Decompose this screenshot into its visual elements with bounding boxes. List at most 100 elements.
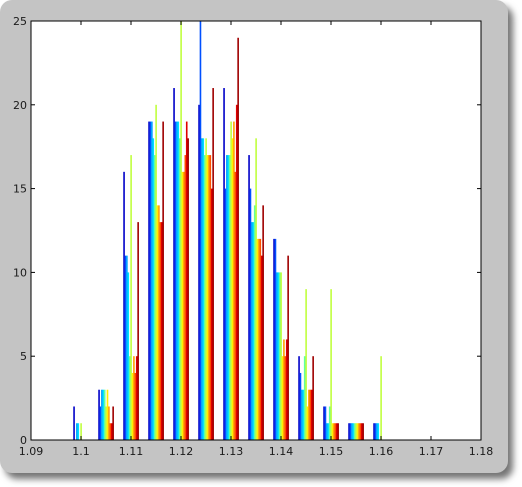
bar-bin-11-series-0 <box>348 423 350 440</box>
bar-bin-5-series-10 <box>212 88 214 440</box>
bar-bin-3-series-4 <box>153 155 156 440</box>
bar-bin-6-series-8 <box>234 171 237 440</box>
bar-bin-8-series-4 <box>278 272 281 440</box>
bar-bin-5-series-5 <box>205 138 207 440</box>
bar-bin-7-series-1 <box>249 188 252 440</box>
bar-bin-4-series-1 <box>174 121 177 440</box>
bar-bin-1-series-4 <box>103 389 106 440</box>
x-tick-label: 1.11 <box>119 445 144 458</box>
bar-bin-11-series-3 <box>352 423 355 440</box>
bar-bin-7-series-6 <box>256 238 259 440</box>
bar-bin-11-series-6 <box>356 423 359 440</box>
bar-bin-6-series-4 <box>228 155 231 440</box>
bar-bin-1-series-9 <box>110 423 113 440</box>
bar-bin-9-series-4 <box>303 356 306 440</box>
bar-bin-11-series-1 <box>349 423 352 440</box>
y-tick-label: 20 <box>13 99 27 112</box>
bar-bin-9-series-6 <box>306 406 309 440</box>
bar-bin-4-series-3 <box>177 121 180 440</box>
bar-bin-10-series-6 <box>331 423 334 440</box>
bar-bin-9-series-0 <box>298 356 300 440</box>
bar-bin-9-series-9 <box>310 389 313 440</box>
bar-bin-1-series-1 <box>99 406 102 440</box>
bar-bin-7-series-10 <box>262 205 264 440</box>
bar-bin-3-series-7 <box>158 205 160 440</box>
y-tick-label: 5 <box>20 350 27 363</box>
bar-bin-2-series-7 <box>133 356 135 440</box>
bar-bin-8-series-10 <box>287 255 289 440</box>
bar-bin-5-series-2 <box>201 138 203 440</box>
bar-bin-6-series-5 <box>230 121 232 440</box>
bar-bin-1-series-2 <box>101 389 103 440</box>
bar-bin-1-series-0 <box>98 389 100 440</box>
bar-bin-7-series-8 <box>259 238 262 440</box>
bar-bin-3-series-8 <box>159 222 162 440</box>
x-tick-label: 1.1 <box>72 445 90 458</box>
bar-bin-12-series-1 <box>374 423 377 440</box>
bar-bin-11-series-4 <box>353 423 356 440</box>
bar-bin-4-series-5 <box>180 21 182 440</box>
figure-window: 1.09 1.1 1.11 1.12 1.13 1.14 1.15 1.16 1.17 1.18 0… <box>0 0 508 473</box>
y-tick-label: 25 <box>13 15 27 28</box>
bar-bin-12-series-3 <box>377 423 380 440</box>
bar-bin-9-series-8 <box>309 389 312 440</box>
histogram-chart: 1.09 1.1 1.11 1.12 1.13 1.14 1.15 1.16 1.17 1.180… <box>13 15 493 458</box>
bar-bin-1-series-8 <box>109 423 112 440</box>
bar-bin-1-series-3 <box>102 389 105 440</box>
bar-bin-10-series-2 <box>326 423 328 440</box>
bar-bin-2-series-2 <box>126 255 128 440</box>
bar-bin-1-series-10 <box>112 406 114 440</box>
bar-bin-12-series-5 <box>380 356 382 440</box>
bar-bin-9-series-5 <box>305 289 307 440</box>
bar-bin-3-series-5 <box>155 104 157 441</box>
bar-bin-2-series-9 <box>135 356 138 440</box>
bar-bin-6-series-0 <box>223 88 225 440</box>
bar-bin-2-series-1 <box>124 255 127 440</box>
bar-bin-6-series-1 <box>224 188 227 440</box>
bar-bin-8-series-1 <box>274 238 277 440</box>
bar-bin-8-series-0 <box>273 238 275 440</box>
bar-bin-1-series-6 <box>106 389 109 440</box>
bar-bin-2-series-5 <box>130 155 132 440</box>
bar-bin-10-series-7 <box>333 423 335 440</box>
y-tick-label: 15 <box>13 183 27 196</box>
bar-bin-8-series-6 <box>281 356 284 440</box>
bar-bin-6-series-9 <box>235 104 238 441</box>
bar-bin-2-series-3 <box>127 272 130 440</box>
bar-bin-4-series-8 <box>184 155 187 440</box>
bar-bin-7-series-5 <box>255 138 257 440</box>
bar-bin-0-series-3 <box>77 423 80 440</box>
bar-bin-2-series-10 <box>137 222 139 440</box>
bar-bin-5-series-6 <box>206 155 209 440</box>
x-tick-label: 1.13 <box>219 445 244 458</box>
bar-bin-7-series-0 <box>248 155 250 440</box>
bar-bin-8-series-7 <box>283 339 285 440</box>
bar-bin-4-series-10 <box>187 138 189 440</box>
bar-bin-6-series-10 <box>237 37 239 440</box>
bar-bin-5-series-9 <box>210 188 213 440</box>
bar-bin-4-series-7 <box>183 171 185 440</box>
x-tick-label: 1.14 <box>269 445 294 458</box>
bar-bin-11-series-2 <box>351 423 353 440</box>
bar-bin-9-series-1 <box>299 372 302 440</box>
bar-bin-7-series-4 <box>253 205 256 440</box>
bar-bin-3-series-0 <box>148 121 150 440</box>
x-tick-label: 1.12 <box>169 445 194 458</box>
bar-bin-3-series-10 <box>162 121 164 440</box>
bar-bin-5-series-4 <box>203 155 206 440</box>
bar-bin-9-series-7 <box>308 389 310 440</box>
bar-bin-0-series-2 <box>76 423 78 440</box>
bar-bin-7-series-9 <box>260 255 263 440</box>
bar-bin-11-series-9 <box>360 423 363 440</box>
bar-bin-11-series-5 <box>355 423 357 440</box>
x-tick-label: 1.17 <box>419 445 444 458</box>
bar-bin-8-series-5 <box>280 272 282 440</box>
bar-bin-2-series-0 <box>123 171 125 440</box>
bar-bin-9-series-10 <box>312 356 314 440</box>
bar-bin-10-series-0 <box>323 406 325 440</box>
bar-bin-7-series-7 <box>258 238 260 440</box>
y-tick-label: 10 <box>13 266 27 279</box>
bar-bin-8-series-9 <box>285 339 288 440</box>
bar-bin-6-series-6 <box>231 138 234 440</box>
bar-bin-11-series-7 <box>358 423 360 440</box>
